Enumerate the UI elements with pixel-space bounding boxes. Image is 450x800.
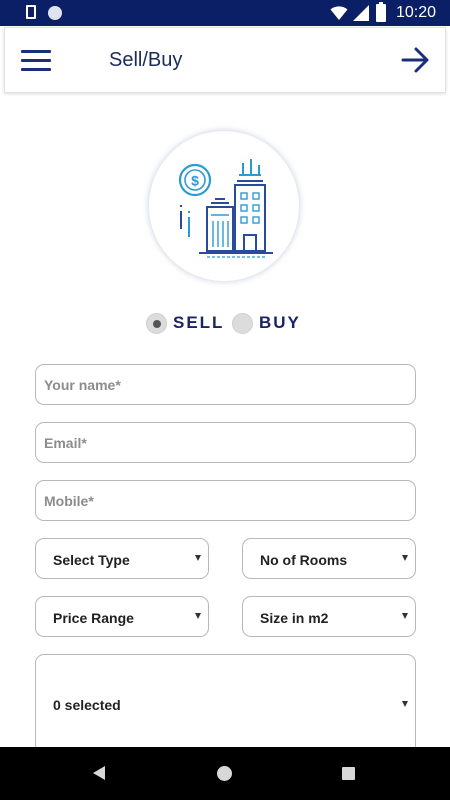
back-icon[interactable]	[93, 766, 105, 780]
hamburger-menu-icon[interactable]	[21, 50, 51, 72]
email-input[interactable]	[35, 422, 416, 463]
multi-select[interactable]: 0 selected	[35, 654, 416, 754]
real-estate-buildings-dollar-icon: $	[178, 159, 273, 258]
app-bar: Sell/Buy	[4, 27, 446, 93]
size-select-value: Size in m2	[260, 610, 329, 626]
size-select[interactable]: Size in m2	[242, 596, 416, 637]
status-bar: 10:20	[0, 0, 450, 26]
system-nav-bar	[0, 747, 450, 800]
radio-circle-icon	[232, 313, 253, 334]
home-icon[interactable]	[217, 766, 232, 781]
arrow-right-icon[interactable]	[401, 46, 431, 74]
dropdown-caret-icon	[402, 701, 408, 707]
rooms-select-value: No of Rooms	[260, 552, 348, 568]
dropdown-caret-icon	[195, 613, 201, 619]
sd-card-icon	[26, 5, 36, 19]
name-input[interactable]	[35, 364, 416, 405]
type-select[interactable]: Select Type	[35, 538, 209, 579]
recent-apps-icon[interactable]	[342, 767, 355, 780]
status-time: 10:20	[396, 4, 437, 21]
price-select-value: Price Range	[53, 610, 134, 626]
hero-illustration: $	[148, 130, 300, 282]
sell-label: SELL	[173, 313, 225, 332]
wifi-icon	[330, 6, 348, 21]
battery-charging-icon	[376, 2, 386, 22]
multi-select-value: 0 selected	[53, 697, 121, 713]
page-title: Sell/Buy	[109, 49, 183, 71]
dropdown-caret-icon	[402, 555, 408, 561]
price-select[interactable]: Price Range	[35, 596, 209, 637]
notification-dot-icon	[48, 6, 62, 20]
svg-text:$: $	[191, 173, 199, 189]
cellular-icon	[353, 5, 369, 21]
buy-label: BUY	[259, 313, 301, 332]
dropdown-caret-icon	[402, 613, 408, 619]
dropdown-caret-icon	[195, 555, 201, 561]
radio-circle-icon	[146, 313, 167, 334]
rooms-select[interactable]: No of Rooms	[242, 538, 416, 579]
mobile-input[interactable]	[35, 480, 416, 521]
type-select-value: Select Type	[53, 552, 130, 568]
